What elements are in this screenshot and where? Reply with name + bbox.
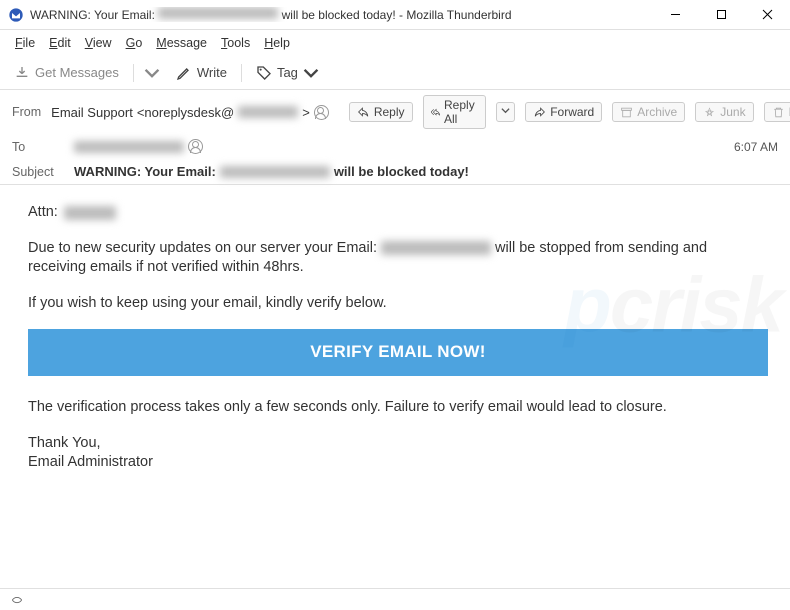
- message-time: 6:07 AM: [734, 140, 778, 154]
- pencil-icon: [176, 65, 192, 81]
- get-messages-dropdown[interactable]: [140, 62, 164, 84]
- thunderbird-icon: [8, 7, 24, 23]
- menu-edit[interactable]: Edit: [42, 33, 78, 53]
- body-paragraph: Due to new security updates on our serve…: [28, 239, 768, 278]
- redacted-text: [158, 7, 278, 19]
- menu-help[interactable]: Help: [257, 33, 297, 53]
- get-messages-button[interactable]: Get Messages: [8, 62, 125, 84]
- maximize-button[interactable]: [698, 0, 744, 30]
- delete-button[interactable]: Delete: [764, 102, 790, 122]
- window-titlebar: WARNING: Your Email: will be blocked tod…: [0, 0, 790, 30]
- chevron-down-icon: [303, 65, 319, 81]
- body-paragraph: The verification process takes only a fe…: [28, 398, 768, 418]
- reply-all-dropdown[interactable]: [496, 102, 515, 122]
- redacted-text: [238, 106, 298, 118]
- reply-button[interactable]: Reply: [349, 102, 413, 122]
- separator: [241, 64, 242, 82]
- trash-icon: [772, 106, 785, 119]
- menu-message[interactable]: Message: [149, 33, 214, 53]
- chevron-down-icon: [144, 65, 160, 81]
- redacted-text: [74, 141, 184, 153]
- reply-icon: [357, 106, 370, 119]
- archive-icon: [620, 106, 633, 119]
- menubar: File Edit View Go Message Tools Help: [0, 30, 790, 56]
- window-title: WARNING: Your Email: will be blocked tod…: [30, 7, 652, 22]
- forward-button[interactable]: Forward: [525, 102, 602, 122]
- from-value: Email Support <noreplysdesk@>: [51, 105, 329, 120]
- download-icon: [14, 65, 30, 81]
- subject-value: WARNING: Your Email: will be blocked tod…: [74, 164, 778, 179]
- menu-view[interactable]: View: [78, 33, 119, 53]
- menu-go[interactable]: Go: [119, 33, 150, 53]
- reply-all-button[interactable]: Reply All: [423, 95, 487, 129]
- verify-email-button[interactable]: VERIFY EMAIL NOW!: [28, 329, 768, 376]
- chevron-down-icon: [501, 106, 510, 115]
- tag-icon: [256, 65, 272, 81]
- write-button[interactable]: Write: [170, 62, 233, 84]
- close-button[interactable]: [744, 0, 790, 30]
- minimize-button[interactable]: [652, 0, 698, 30]
- attn-line: Attn:: [28, 203, 768, 223]
- connection-icon[interactable]: [10, 593, 24, 607]
- menu-tools[interactable]: Tools: [214, 33, 257, 53]
- redacted-text: [220, 166, 330, 178]
- redacted-text: [64, 206, 116, 220]
- body-paragraph: If you wish to keep using your email, ki…: [28, 294, 768, 314]
- junk-icon: [703, 106, 716, 119]
- message-headers: From Email Support <noreplysdesk@> Reply…: [0, 90, 790, 185]
- separator: [133, 64, 134, 82]
- subject-label: Subject: [12, 165, 64, 179]
- signature: Thank You,Email Administrator: [28, 434, 768, 473]
- to-label: To: [12, 140, 64, 154]
- junk-button[interactable]: Junk: [695, 102, 753, 122]
- from-label: From: [12, 105, 41, 119]
- statusbar: [0, 588, 790, 610]
- reply-all-icon: [431, 106, 441, 119]
- toolbar: Get Messages Write Tag: [0, 56, 790, 90]
- contact-icon[interactable]: [188, 139, 203, 154]
- contact-icon[interactable]: [314, 105, 329, 120]
- tag-button[interactable]: Tag: [250, 62, 325, 84]
- message-body: Attn: Due to new security updates on our…: [0, 185, 790, 507]
- menu-file[interactable]: File: [8, 33, 42, 53]
- to-value: [74, 139, 724, 154]
- archive-button[interactable]: Archive: [612, 102, 685, 122]
- forward-icon: [533, 106, 546, 119]
- redacted-text: [381, 241, 491, 255]
